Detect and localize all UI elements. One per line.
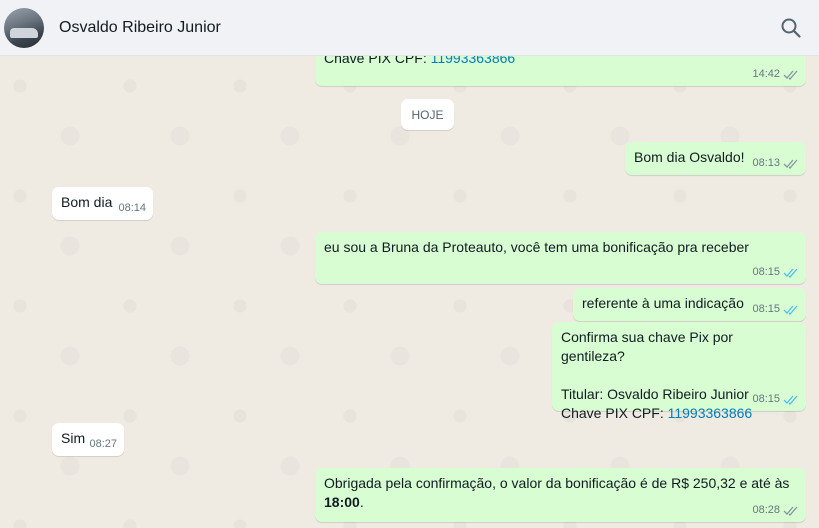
read-ticks-icon [783, 305, 798, 315]
message-text: Bom dia [61, 194, 113, 210]
message-line: Chave PIX CPF: 11993363866 [561, 404, 798, 423]
message-bubble-outgoing[interactable]: Bom dia Osvaldo! 08:13 [625, 142, 806, 175]
search-icon[interactable] [779, 16, 803, 40]
message-meta: 08:15 [752, 392, 799, 406]
message-meta: 08:15 [752, 265, 799, 279]
message-text: Obrigada pela confirmação, o valor da bo… [324, 475, 790, 491]
message-bubble-outgoing[interactable]: referente à uma indicação 08:15 [573, 288, 806, 321]
message-bubble-outgoing[interactable]: eu sou a Bruna da Proteauto, você tem um… [315, 232, 806, 284]
message-text-prefix: Chave PIX CPF: [561, 405, 668, 421]
read-ticks-icon [783, 395, 798, 405]
message-bubble-outgoing[interactable]: Obrigada pela confirmação, o valor da bo… [315, 468, 806, 522]
message-text: referente à uma indicação [582, 295, 744, 311]
message-bubble-outgoing[interactable]: Confirma sua chave Pix por gentileza? Ti… [552, 322, 806, 421]
message-time: 08:14 [118, 202, 146, 214]
message-time: 08:15 [752, 266, 780, 278]
read-ticks-icon [783, 268, 798, 278]
message-time: 14:42 [752, 68, 780, 80]
message-time: 08:28 [752, 504, 780, 516]
message-meta: 08:15 [752, 302, 799, 316]
message-text-suffix: . [359, 494, 364, 510]
delivered-ticks-icon [783, 70, 798, 80]
message-meta: 08:13 [752, 156, 799, 170]
pix-key-link[interactable]: 11993363866 [431, 56, 516, 66]
message-meta: 14:42 [752, 67, 799, 81]
date-separator: HOJE [401, 99, 454, 130]
message-time: 08:27 [89, 438, 117, 450]
message-text: Sim [61, 430, 86, 446]
contact-avatar[interactable] [4, 7, 44, 48]
message-bubble-incoming[interactable]: Bom dia 08:14 [52, 187, 153, 220]
bold-time-text: 18:00 [324, 494, 360, 510]
message-meta: 08:28 [752, 503, 799, 517]
message-bubble-outgoing[interactable]: Chave PIX CPF: 11993363866 14:42 [315, 56, 806, 86]
message-text: Chave PIX CPF: 11993363866 [324, 56, 515, 68]
chat-header: Osvaldo Ribeiro Junior [0, 0, 819, 56]
message-meta: 08:27 [89, 437, 117, 451]
message-time: 08:13 [752, 157, 780, 169]
delivered-ticks-icon [783, 159, 798, 169]
avatar-car-shape [10, 27, 38, 38]
message-meta: 08:14 [118, 201, 146, 215]
message-time: 08:15 [752, 393, 780, 405]
message-text-prefix: Chave PIX CPF: [324, 56, 431, 66]
message-line: 18:00. [324, 493, 798, 512]
message-text: eu sou a Bruna da Proteauto, você tem um… [324, 239, 749, 255]
message-bubble-incoming[interactable]: Sim 08:27 [52, 423, 124, 456]
contact-name[interactable]: Osvaldo Ribeiro Junior [59, 19, 221, 37]
pix-key-link[interactable]: 11993363866 [668, 405, 753, 421]
message-time: 08:15 [752, 303, 780, 315]
delivered-ticks-icon [783, 506, 798, 516]
message-line: Confirma sua chave Pix por gentileza? [561, 329, 733, 364]
chat-area[interactable]: Chave PIX CPF: 11993363866 14:42 HOJE Bo… [0, 56, 819, 528]
message-text: Bom dia Osvaldo! [634, 149, 745, 165]
